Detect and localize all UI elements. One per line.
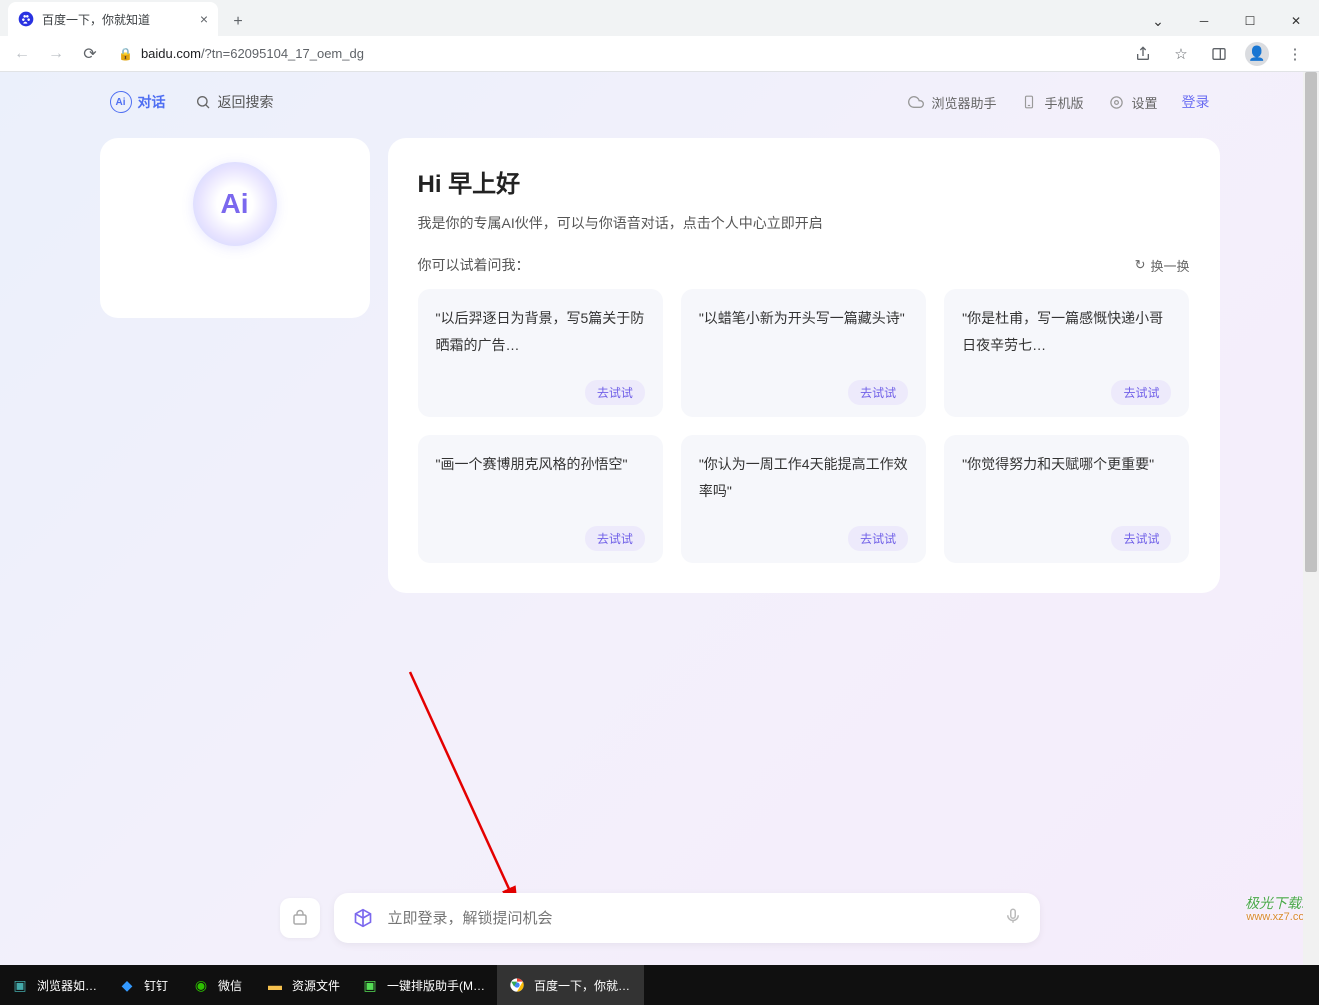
try-button[interactable]: 去试试: [585, 526, 645, 551]
back-button[interactable]: ←: [8, 40, 36, 68]
nav-mobile-label: 手机版: [1044, 93, 1083, 112]
sidebar-card: Ai: [100, 138, 370, 318]
window-controls: ⌄ ─ ☐ ✕: [1135, 6, 1319, 36]
card-text: "画一个赛博朋克风格的孙悟空": [436, 451, 645, 526]
login-link[interactable]: 登录: [1182, 92, 1210, 112]
suggestion-card[interactable]: "以蜡笔小新为开头写一篇藏头诗" 去试试: [681, 289, 926, 417]
tab-close-icon[interactable]: ×: [200, 11, 208, 27]
main-card: Hi 早上好 我是你的专属AI伙伴，可以与你语音对话，点击个人中心立即开启 你可…: [388, 138, 1220, 593]
try-button[interactable]: 去试试: [585, 380, 645, 405]
suggestion-card[interactable]: "画一个赛博朋克风格的孙悟空" 去试试: [418, 435, 663, 563]
mic-icon[interactable]: [1004, 907, 1022, 930]
taskbar-item[interactable]: 百度一下，你就知…: [497, 965, 644, 1005]
greeting-title: Hi 早上好: [418, 164, 1190, 199]
suggestion-card[interactable]: "以后羿逐日为背景，写5篇关于防晒霜的广告… 去试试: [418, 289, 663, 417]
phone-icon: [1020, 93, 1038, 111]
minimize-button[interactable]: ─: [1181, 6, 1227, 36]
suggestion-cards: "以后羿逐日为背景，写5篇关于防晒霜的广告… 去试试 "以蜡笔小新为开头写一篇藏…: [418, 289, 1190, 563]
taskbar-label: 资源文件: [292, 977, 340, 994]
url-text: baidu.com/?tn=62095104_17_oem_dg: [141, 46, 364, 61]
refresh-label: 换一换: [1150, 256, 1189, 275]
cube-icon: [352, 907, 374, 929]
chevron-down-icon[interactable]: ⌄: [1135, 6, 1181, 36]
page-content: Ai 对话 返回搜索 浏览器助手: [0, 72, 1319, 965]
lock-icon: 🔒: [118, 47, 133, 61]
ai-logo: Ai: [193, 162, 277, 246]
reload-button[interactable]: ⟳: [76, 40, 104, 68]
chat-input-area: [280, 893, 1040, 943]
taskbar-label: 钉钉: [144, 977, 168, 994]
scrollbar-thumb[interactable]: [1305, 72, 1317, 572]
top-nav: Ai 对话 返回搜索 浏览器助手: [100, 72, 1220, 132]
dingtalk-icon: ◆: [117, 975, 137, 995]
tool-button[interactable]: [280, 898, 320, 938]
taskbar-label: 浏览器如…: [37, 977, 97, 994]
taskbar-label: 百度一下，你就知…: [534, 977, 634, 994]
refresh-button[interactable]: ↻ 换一换: [1135, 256, 1190, 275]
nav-browser-helper[interactable]: 浏览器助手: [907, 93, 996, 112]
menu-icon[interactable]: ⋮: [1279, 40, 1311, 68]
greeting-subtitle: 我是你的专属AI伙伴，可以与你语音对话，点击个人中心立即开启: [418, 213, 1190, 233]
taskbar-item[interactable]: ▬ 资源文件: [255, 965, 350, 1005]
taskbar: ▣ 浏览器如… ◆ 钉钉 ◉ 微信 ▬ 资源文件 ▣ 一键排版助手(MyE… 百…: [0, 965, 1319, 1005]
nav-settings[interactable]: 设置: [1107, 93, 1157, 112]
taskbar-item[interactable]: ◉ 微信: [181, 965, 255, 1005]
ai-logo-text: Ai: [221, 188, 249, 220]
try-button[interactable]: 去试试: [1111, 526, 1171, 551]
address-bar: ← → ⟳ 🔒 baidu.com/?tn=62095104_17_oem_dg…: [0, 36, 1319, 72]
taskbar-item[interactable]: ◆ 钉钉: [107, 965, 181, 1005]
maximize-button[interactable]: ☐: [1227, 6, 1273, 36]
star-icon[interactable]: ☆: [1165, 40, 1197, 68]
taskbar-label: 微信: [218, 977, 242, 994]
nav-back-search-label: 返回搜索: [218, 92, 274, 112]
vertical-scrollbar[interactable]: [1303, 72, 1319, 965]
chrome-icon: [507, 975, 527, 995]
browser-tab[interactable]: 百度一下，你就知道 ×: [8, 2, 218, 36]
card-text: "你觉得努力和天赋哪个更重要": [962, 451, 1171, 526]
baidu-favicon-icon: [18, 11, 34, 27]
sidepanel-icon[interactable]: [1203, 40, 1235, 68]
app-icon: ▣: [360, 975, 380, 995]
ai-icon: Ai: [110, 91, 132, 113]
folder-icon: ▬: [265, 975, 285, 995]
cloud-icon: [907, 93, 925, 111]
card-text: "以后羿逐日为背景，写5篇关于防晒霜的广告…: [436, 305, 645, 380]
try-button[interactable]: 去试试: [848, 526, 908, 551]
chat-input[interactable]: [388, 910, 990, 927]
profile-avatar[interactable]: 👤: [1241, 40, 1273, 68]
nav-chat-label: 对话: [138, 92, 166, 112]
card-text: "你认为一周工作4天能提高工作效率吗": [699, 451, 908, 526]
try-button[interactable]: 去试试: [848, 380, 908, 405]
search-icon: [194, 93, 212, 111]
refresh-icon: ↻: [1135, 257, 1146, 273]
suggestion-card[interactable]: "你觉得努力和天赋哪个更重要" 去试试: [944, 435, 1189, 563]
wechat-icon: ◉: [191, 975, 211, 995]
close-window-button[interactable]: ✕: [1273, 6, 1319, 36]
new-tab-button[interactable]: +: [224, 8, 252, 36]
prompt-label: 你可以试着问我：: [418, 255, 530, 275]
annotation-arrow: [400, 662, 580, 922]
taskbar-item[interactable]: ▣ 一键排版助手(MyE…: [350, 965, 497, 1005]
browser-titlebar: 百度一下，你就知道 × + ⌄ ─ ☐ ✕: [0, 0, 1319, 36]
app-icon: ▣: [10, 975, 30, 995]
url-bar[interactable]: 🔒 baidu.com/?tn=62095104_17_oem_dg: [110, 46, 1121, 61]
forward-button[interactable]: →: [42, 40, 70, 68]
share-icon[interactable]: [1127, 40, 1159, 68]
nav-mobile[interactable]: 手机版: [1020, 93, 1083, 112]
nav-back-search[interactable]: 返回搜索: [194, 92, 274, 112]
nav-browser-helper-label: 浏览器助手: [931, 93, 996, 112]
card-text: "以蜡笔小新为开头写一篇藏头诗": [699, 305, 908, 380]
taskbar-item[interactable]: ▣ 浏览器如…: [0, 965, 107, 1005]
suggestion-card[interactable]: "你是杜甫，写一篇感慨快递小哥日夜辛劳七… 去试试: [944, 289, 1189, 417]
gear-icon: [1107, 93, 1125, 111]
suggestion-card[interactable]: "你认为一周工作4天能提高工作效率吗" 去试试: [681, 435, 926, 563]
chat-input-box[interactable]: [334, 893, 1040, 943]
nav-settings-label: 设置: [1131, 93, 1157, 112]
card-text: "你是杜甫，写一篇感慨快递小哥日夜辛劳七…: [962, 305, 1171, 380]
nav-chat[interactable]: Ai 对话: [110, 91, 166, 113]
tab-title: 百度一下，你就知道: [42, 11, 150, 28]
taskbar-label: 一键排版助手(MyE…: [387, 977, 487, 994]
try-button[interactable]: 去试试: [1111, 380, 1171, 405]
